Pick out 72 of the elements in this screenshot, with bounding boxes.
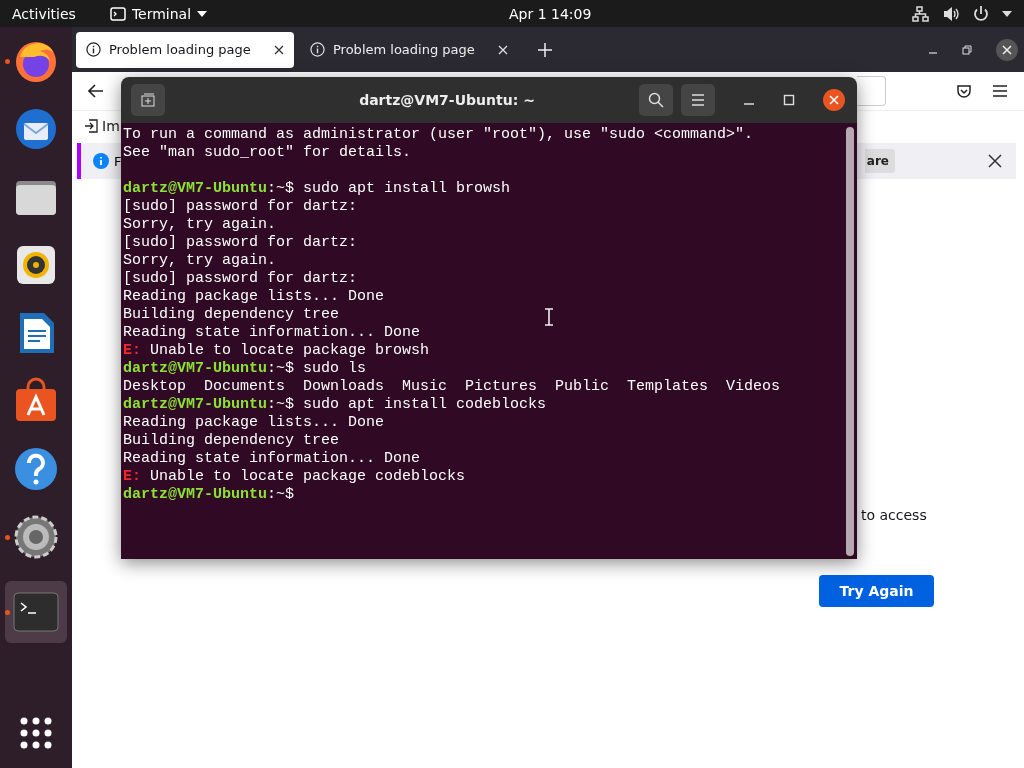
terminal-output: Reading package lists... Done xyxy=(123,414,385,431)
error-message: to access xyxy=(861,507,927,523)
pocket-icon[interactable] xyxy=(956,83,972,99)
prompt-user: dartz@VM7-Ubuntu xyxy=(123,360,268,377)
caret-icon xyxy=(197,10,208,17)
menu-icon[interactable] xyxy=(992,84,1008,98)
terminal-output: Desktop Documents Downloads Music Pictures Public Templates Videos xyxy=(123,378,781,395)
caret-icon[interactable] xyxy=(1002,10,1012,17)
error-prefix: E: xyxy=(123,468,141,485)
command-text: sudo apt install codeblocks xyxy=(303,396,547,413)
terminal-output: Reading state information... Done xyxy=(123,324,421,341)
terminal-output: See "man sudo_root" for details. xyxy=(123,144,412,161)
close-icon[interactable] xyxy=(988,154,1002,168)
settings-icon xyxy=(12,513,60,561)
command-text: sudo ls xyxy=(303,360,367,377)
search-button[interactable] xyxy=(639,84,673,116)
power-icon[interactable] xyxy=(972,4,990,23)
back-icon[interactable] xyxy=(88,84,104,98)
terminal-output: Sorry, try again. xyxy=(123,252,277,269)
bookmark-item[interactable]: Im xyxy=(102,118,120,134)
search-icon xyxy=(648,92,664,108)
app-menu[interactable]: Terminal xyxy=(109,5,208,22)
prompt-user: dartz@VM7-Ubuntu xyxy=(123,396,268,413)
help-icon xyxy=(12,445,60,493)
activities-button[interactable]: Activities xyxy=(12,5,76,22)
prompt-path: :~$ xyxy=(267,486,295,503)
try-again-button[interactable]: Try Again xyxy=(819,575,934,607)
scrollbar[interactable] xyxy=(846,127,854,556)
error-prefix: E: xyxy=(123,342,141,359)
terminal-output: To run a command as administrator (user "root"), use "sudo <command>". xyxy=(123,126,754,143)
new-tab-button[interactable] xyxy=(131,84,165,116)
info-icon xyxy=(86,42,101,57)
close-icon[interactable] xyxy=(274,44,284,55)
notification-text: F xyxy=(114,153,122,169)
close-icon[interactable] xyxy=(996,38,1018,61)
prompt-path: :~$ xyxy=(267,180,295,197)
terminal-output: Building dependency tree xyxy=(123,306,340,323)
prompt-path: :~$ xyxy=(267,396,295,413)
volume-icon[interactable] xyxy=(942,4,960,23)
terminal-icon xyxy=(13,592,59,632)
import-icon[interactable] xyxy=(84,119,98,133)
prompt-path: :~$ xyxy=(267,360,295,377)
terminal-icon xyxy=(109,6,126,21)
maximize-icon[interactable] xyxy=(783,94,795,106)
error-output: Unable to locate package browsh xyxy=(150,342,430,359)
terminal-output: [sudo] password for dartz: xyxy=(123,270,358,287)
terminal-output: Sorry, try again. xyxy=(123,216,277,233)
menu-icon xyxy=(691,94,705,106)
prompt-user: dartz@VM7-Ubuntu xyxy=(123,486,268,503)
info-icon xyxy=(93,153,109,169)
window-title: dartz@VM7-Ubuntu: ~ xyxy=(358,92,536,108)
notification-button[interactable]: are xyxy=(864,149,895,173)
info-icon xyxy=(310,42,325,57)
browser-tab[interactable]: Problem loading page xyxy=(300,31,518,68)
app-grid-icon[interactable] xyxy=(19,716,53,750)
new-tab-icon xyxy=(141,93,155,107)
network-icon[interactable] xyxy=(912,4,930,23)
terminal-output: Reading package lists... Done xyxy=(123,288,385,305)
terminal-output: [sudo] password for dartz: xyxy=(123,234,358,251)
terminal-output: Reading state information... Done xyxy=(123,450,421,467)
browser-tab[interactable]: Problem loading page xyxy=(76,31,294,68)
error-output: Unable to locate package codeblocks xyxy=(150,468,466,485)
clock[interactable]: Apr 1 14:09 xyxy=(509,5,592,22)
prompt-user: dartz@VM7-Ubuntu xyxy=(123,180,268,197)
close-icon[interactable] xyxy=(823,89,845,111)
terminal-output: [sudo] password for dartz: xyxy=(123,198,358,215)
command-text: sudo apt install browsh xyxy=(303,180,511,197)
new-tab-icon[interactable] xyxy=(538,42,552,57)
text-cursor-icon xyxy=(544,308,554,326)
restore-icon[interactable] xyxy=(962,44,972,55)
menu-button[interactable] xyxy=(681,84,715,116)
terminal-output: Building dependency tree xyxy=(123,432,340,449)
